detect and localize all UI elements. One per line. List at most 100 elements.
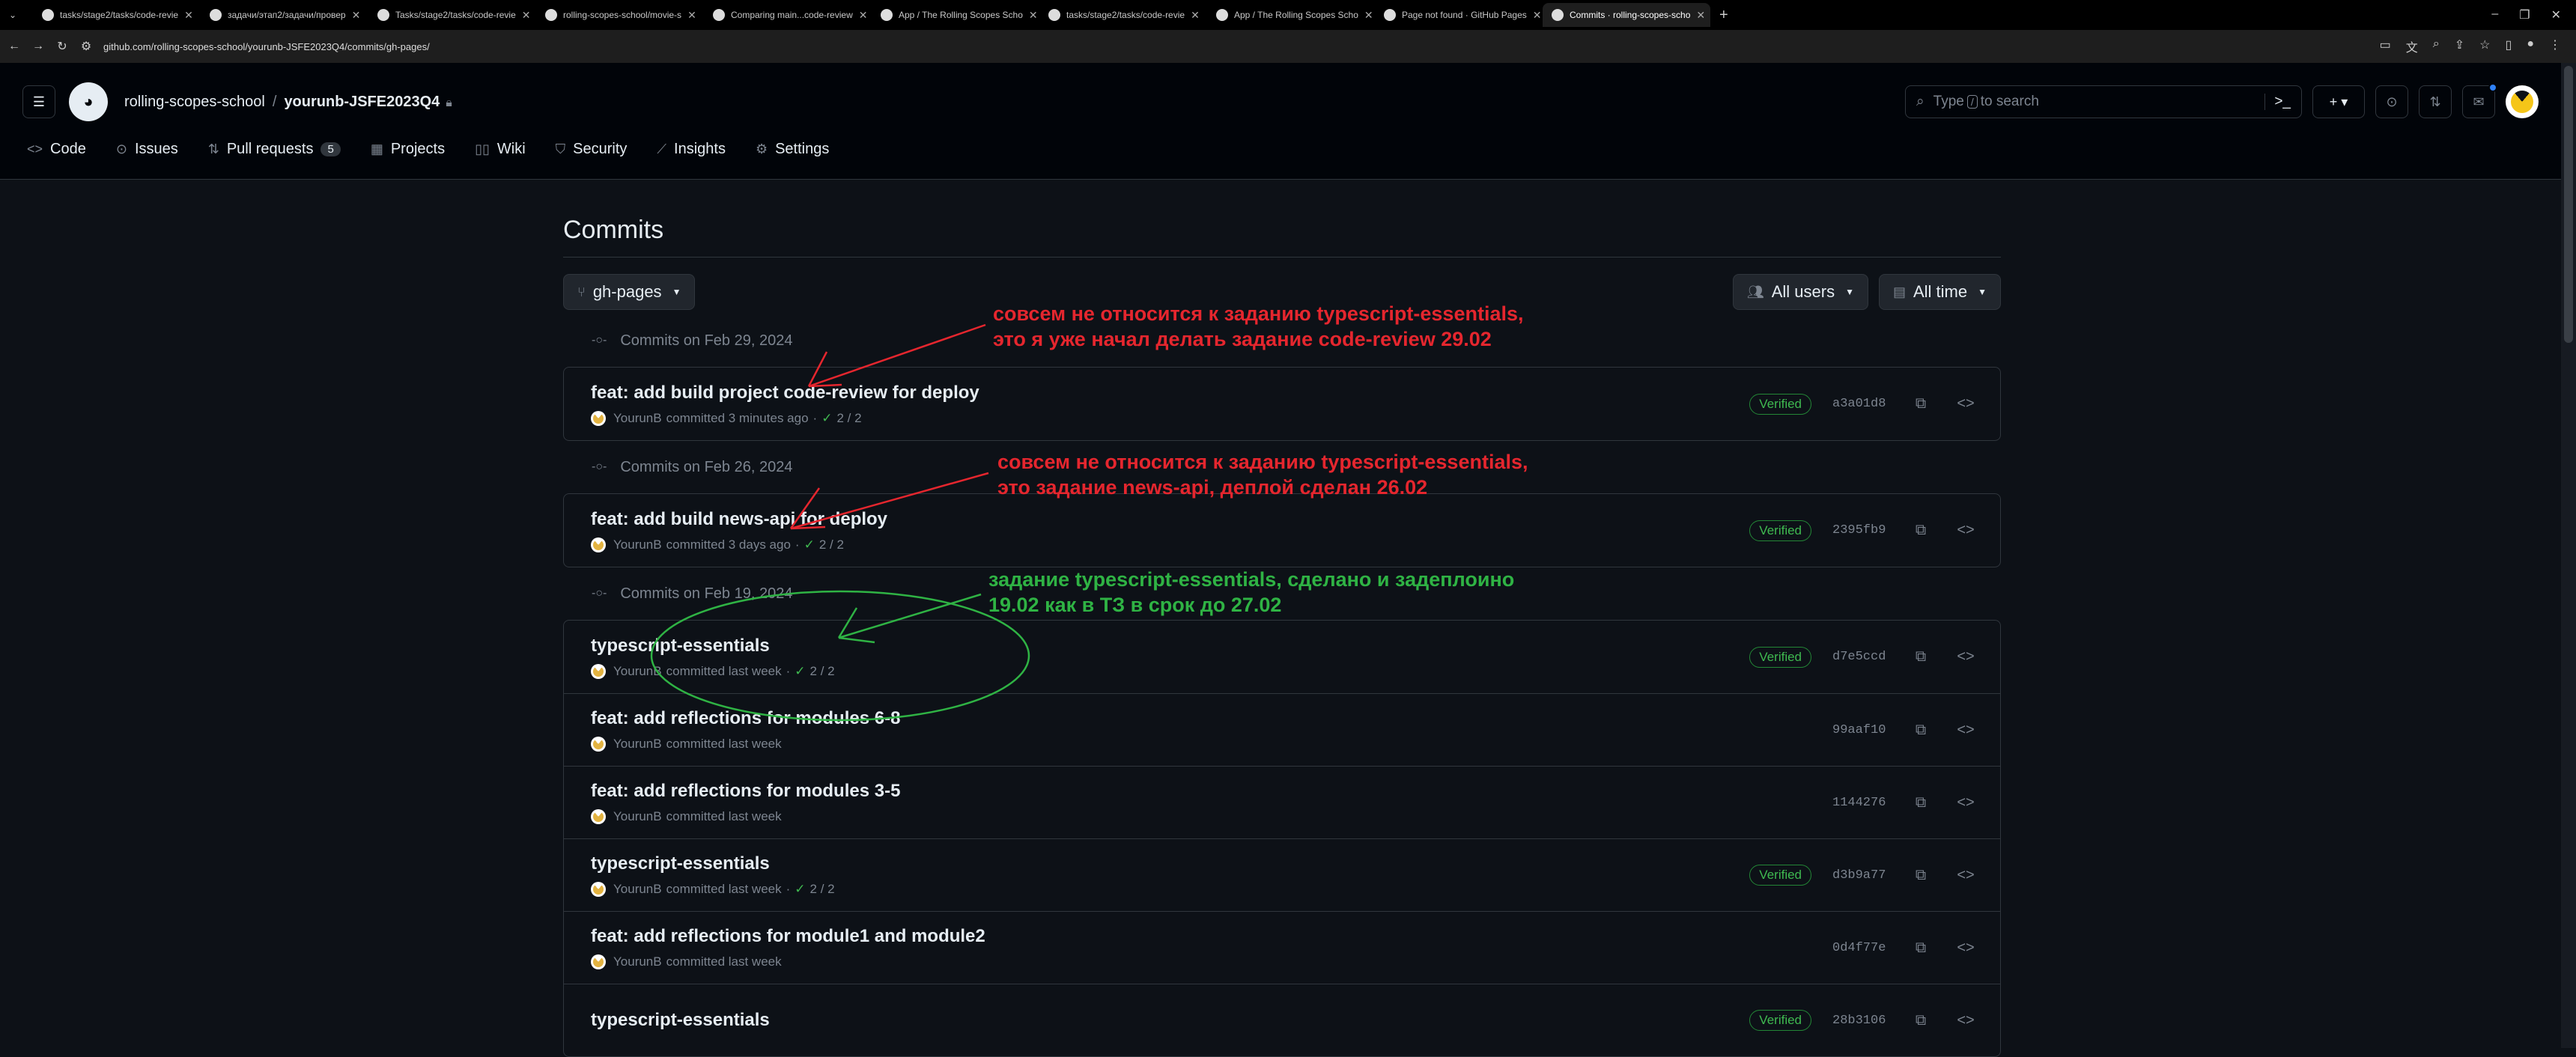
copy-icon[interactable]: ⧉ bbox=[1912, 867, 1930, 884]
pull-requests-button[interactable]: ⇅ bbox=[2419, 85, 2452, 118]
browser-tab[interactable]: tasks/stage2/tasks/code-revie ✕ bbox=[33, 3, 201, 27]
commit-title-link[interactable]: feat: add reflections for modules 6-8 bbox=[591, 708, 1832, 729]
commit-author[interactable]: YourunB bbox=[613, 537, 662, 552]
profile-icon[interactable]: ● bbox=[2527, 37, 2534, 55]
copy-icon[interactable]: ⧉ bbox=[1912, 794, 1930, 811]
verified-badge[interactable]: Verified bbox=[1749, 646, 1811, 668]
copy-icon[interactable]: ⧉ bbox=[1912, 522, 1930, 539]
browse-code-icon[interactable]: <> bbox=[1957, 867, 1975, 884]
users-filter-button[interactable]: 👥︎ All users ▼ bbox=[1732, 274, 1868, 310]
author-avatar[interactable] bbox=[591, 737, 606, 752]
site-info-icon[interactable]: ⚙ bbox=[76, 39, 96, 54]
reload-icon[interactable]: ↻ bbox=[52, 39, 72, 54]
author-avatar[interactable] bbox=[591, 954, 606, 969]
author-avatar[interactable] bbox=[591, 809, 606, 824]
hamburger-menu-button[interactable]: ☰ bbox=[22, 85, 55, 118]
page-scrollbar[interactable] bbox=[2561, 63, 2576, 1048]
commit-sha-link[interactable]: 28b3106 bbox=[1832, 1014, 1886, 1028]
commit-title-link[interactable]: typescript-essentials bbox=[591, 636, 1749, 657]
browser-tab[interactable]: rolling-scopes-school/movie-s ✕ bbox=[536, 3, 704, 27]
browser-tab[interactable]: Page not found · GitHub Pages ✕ bbox=[1375, 3, 1543, 27]
org-link[interactable]: rolling-scopes-school bbox=[124, 94, 265, 110]
author-avatar[interactable] bbox=[591, 410, 606, 426]
tab-wiki[interactable]: ▯▯ Wiki bbox=[475, 141, 526, 158]
close-tab-icon[interactable]: ✕ bbox=[1185, 9, 1200, 22]
checks-count[interactable]: 2 / 2 bbox=[819, 537, 844, 552]
copy-icon[interactable]: ⧉ bbox=[1912, 648, 1930, 665]
create-new-button[interactable]: + ▾ bbox=[2312, 85, 2365, 118]
repo-link[interactable]: yourunb-JSFE2023Q4 bbox=[284, 94, 440, 110]
commit-sha-link[interactable]: a3a01d8 bbox=[1832, 397, 1886, 411]
url-field[interactable]: github.com/rolling-scopes-school/yourunb… bbox=[103, 41, 430, 52]
commit-author[interactable]: YourunB bbox=[613, 737, 662, 752]
verified-badge[interactable]: Verified bbox=[1749, 393, 1811, 415]
back-icon[interactable]: ← bbox=[4, 40, 24, 53]
share-icon[interactable]: ⇪ bbox=[2455, 37, 2464, 55]
commit-author[interactable]: YourunB bbox=[613, 809, 662, 824]
browser-tab[interactable]: App / The Rolling Scopes Scho ✕ bbox=[1207, 3, 1375, 27]
search-input[interactable]: ⌕ Type / to search >_ bbox=[1905, 85, 2302, 118]
close-tab-icon[interactable]: ✕ bbox=[1690, 9, 1705, 22]
close-tab-icon[interactable]: ✕ bbox=[853, 9, 868, 22]
issues-button[interactable]: ⊙ bbox=[2375, 85, 2408, 118]
branch-select-button[interactable]: ⑂ gh-pages ▼ bbox=[563, 274, 696, 310]
commit-author[interactable]: YourunB bbox=[613, 664, 662, 679]
minimize-icon[interactable]: – bbox=[2491, 7, 2498, 22]
commit-sha-link[interactable]: d3b9a77 bbox=[1832, 868, 1886, 883]
forward-icon[interactable]: → bbox=[28, 40, 48, 53]
browse-code-icon[interactable]: <> bbox=[1957, 395, 1975, 412]
bookmark-star-icon[interactable]: ☆ bbox=[2479, 37, 2490, 55]
command-palette-icon[interactable]: >_ bbox=[2264, 94, 2291, 110]
close-tab-icon[interactable]: ✕ bbox=[516, 9, 531, 22]
close-tab-icon[interactable]: ✕ bbox=[1527, 9, 1542, 22]
checks-count[interactable]: 2 / 2 bbox=[836, 411, 861, 426]
browser-tab[interactable]: App / The Rolling Scopes Scho ✕ bbox=[872, 3, 1039, 27]
commit-sha-link[interactable]: 1144276 bbox=[1832, 796, 1886, 810]
menu-dots-icon[interactable]: ⋮ bbox=[2549, 37, 2561, 55]
translate-icon[interactable]: 文 bbox=[2406, 37, 2418, 55]
close-tab-icon[interactable]: ✕ bbox=[681, 9, 696, 22]
copy-icon[interactable]: ⧉ bbox=[1912, 722, 1930, 739]
browse-code-icon[interactable]: <> bbox=[1957, 648, 1975, 665]
check-icon[interactable]: ✓ bbox=[795, 882, 805, 897]
checks-count[interactable]: 2 / 2 bbox=[810, 664, 835, 679]
side-panel-icon[interactable]: ▯ bbox=[2506, 37, 2512, 55]
commit-author[interactable]: YourunB bbox=[613, 954, 662, 969]
close-tab-icon[interactable]: ✕ bbox=[1023, 9, 1038, 22]
check-icon[interactable]: ✓ bbox=[804, 537, 815, 552]
browse-code-icon[interactable]: <> bbox=[1957, 722, 1975, 739]
copy-icon[interactable]: ⧉ bbox=[1912, 939, 1930, 957]
commit-sha-link[interactable]: d7e5ccd bbox=[1832, 650, 1886, 664]
commit-title-link[interactable]: typescript-essentials bbox=[591, 1010, 1749, 1031]
browse-code-icon[interactable]: <> bbox=[1957, 794, 1975, 811]
commit-title-link[interactable]: feat: add build news-api for deploy bbox=[591, 509, 1749, 530]
commit-title-link[interactable]: feat: add reflections for modules 3-5 bbox=[591, 781, 1832, 802]
browse-code-icon[interactable]: <> bbox=[1957, 1012, 1975, 1029]
close-window-icon[interactable]: ✕ bbox=[2551, 7, 2561, 22]
commit-author[interactable]: YourunB bbox=[613, 882, 662, 897]
verified-badge[interactable]: Verified bbox=[1749, 1010, 1811, 1031]
tab-settings[interactable]: ⚙ Settings bbox=[756, 141, 829, 158]
browser-tab[interactable]: Commits · rolling-scopes-scho ✕ bbox=[1543, 3, 1710, 27]
author-avatar[interactable] bbox=[591, 663, 606, 679]
scrollbar-thumb[interactable] bbox=[2564, 66, 2573, 343]
avatar[interactable] bbox=[2506, 85, 2539, 118]
browse-code-icon[interactable]: <> bbox=[1957, 939, 1975, 957]
commit-sha-link[interactable]: 2395fb9 bbox=[1832, 523, 1886, 537]
close-tab-icon[interactable]: ✕ bbox=[1358, 9, 1373, 22]
inbox-button[interactable]: ✉ bbox=[2462, 83, 2497, 118]
zoom-icon[interactable]: ⌕ bbox=[2433, 37, 2440, 55]
browser-tab[interactable]: tasks/stage2/tasks/code-revie ✕ bbox=[1039, 3, 1207, 27]
commit-author[interactable]: YourunB bbox=[613, 411, 662, 426]
close-tab-icon[interactable]: ✕ bbox=[346, 9, 361, 22]
check-icon[interactable]: ✓ bbox=[821, 411, 832, 426]
tab-projects[interactable]: ▦ Projects bbox=[371, 141, 445, 158]
commit-title-link[interactable]: feat: add reflections for module1 and mo… bbox=[591, 926, 1832, 947]
commit-title-link[interactable]: typescript-essentials bbox=[591, 853, 1749, 874]
tab-issues[interactable]: ⊙ Issues bbox=[116, 141, 178, 158]
verified-badge[interactable]: Verified bbox=[1749, 865, 1811, 886]
commit-title-link[interactable]: feat: add build project code-review for … bbox=[591, 383, 1749, 403]
author-avatar[interactable] bbox=[591, 882, 606, 897]
commit-sha-link[interactable]: 99aaf10 bbox=[1832, 723, 1886, 737]
time-filter-button[interactable]: ▤ All time ▼ bbox=[1878, 274, 2001, 310]
